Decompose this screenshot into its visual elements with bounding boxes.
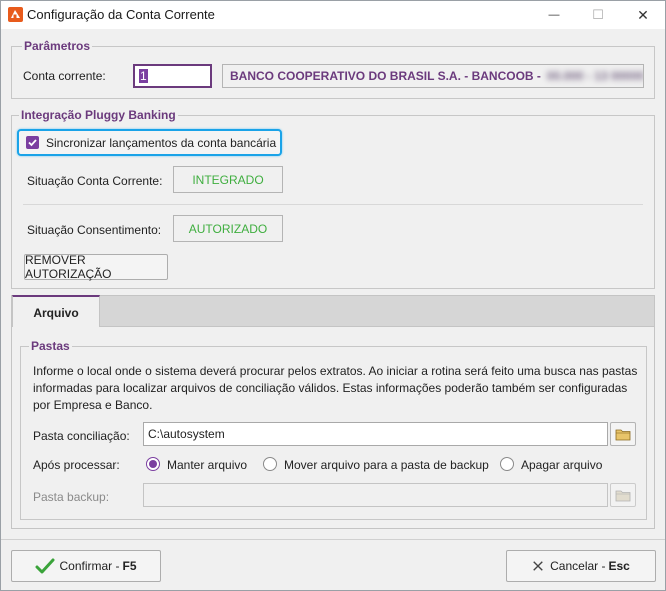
confirm-shortcut: F5: [122, 559, 137, 573]
conta-corrente-label: Conta corrente:: [23, 69, 106, 83]
pasta-conciliacao-input[interactable]: C:\autosystem: [143, 422, 608, 446]
pasta-conciliacao-label: Pasta conciliação:: [33, 429, 130, 443]
mover-arquivo-label[interactable]: Mover arquivo para a pasta de backup: [284, 458, 489, 472]
radio-mover-arquivo[interactable]: [263, 457, 277, 471]
situacao-conta-status: INTEGRADO: [173, 166, 283, 193]
maximize-button[interactable]: ☐: [576, 1, 620, 29]
pastas-description-line2: informadas para localizar arquivos de co…: [33, 381, 628, 395]
check-mark-icon: [35, 558, 55, 574]
app-icon: [8, 7, 23, 22]
parametros-title: Parâmetros: [22, 39, 93, 53]
remover-autorizacao-label: REMOVER AUTORIZAÇÃO: [25, 253, 112, 281]
situacao-consentimento-status: AUTORIZADO: [173, 215, 283, 242]
sync-label[interactable]: Sincronizar lançamentos da conta bancári…: [46, 136, 276, 150]
dialog-window: Configuração da Conta Corrente — ☐ ✕ Par…: [0, 0, 666, 591]
bank-extra: 00.000 - 13 00000: [546, 69, 644, 83]
tab-arquivo-label: Arquivo: [33, 305, 79, 320]
footer-divider: [1, 539, 665, 540]
tab-arquivo[interactable]: Arquivo: [12, 295, 100, 328]
bank-name: BANCO COOPERATIVO DO BRASIL S.A. - BANCO…: [230, 69, 541, 83]
conta-corrente-value: 1: [139, 69, 148, 83]
pluggy-divider: [23, 204, 643, 205]
close-icon: ✕: [637, 6, 649, 23]
folder-icon: [615, 429, 631, 440]
remover-autorizacao-button[interactable]: REMOVER AUTORIZAÇÃO: [24, 253, 168, 281]
check-icon: [28, 139, 37, 147]
pastas-title: Pastas: [29, 339, 72, 353]
pasta-backup-browse-button: [610, 483, 636, 507]
apos-processar-label: Após processar:: [33, 458, 120, 472]
minimize-button[interactable]: —: [532, 1, 576, 29]
situacao-conta-value: INTEGRADO: [192, 172, 264, 187]
close-button[interactable]: ✕: [621, 1, 665, 29]
confirm-label: Confirmar -: [59, 559, 120, 573]
minimize-icon: —: [548, 9, 560, 21]
cancel-button[interactable]: Cancelar - Esc: [506, 550, 656, 582]
situacao-consentimento-value: AUTORIZADO: [188, 221, 268, 236]
folder-icon-disabled: [615, 490, 631, 501]
maximize-icon: ☐: [592, 7, 604, 22]
conta-corrente-input[interactable]: 1: [133, 64, 212, 88]
apagar-arquivo-label[interactable]: Apagar arquivo: [521, 458, 602, 472]
pastas-description-line1: Informe o local onde o sistema deverá pr…: [33, 364, 638, 378]
pasta-conciliacao-browse-button[interactable]: [610, 422, 636, 446]
x-icon: [533, 561, 543, 571]
pasta-backup-input: [143, 483, 608, 507]
manter-arquivo-label[interactable]: Manter arquivo: [167, 458, 247, 472]
pastas-description-line3: por Empresa e Banco.: [33, 398, 153, 412]
confirm-button[interactable]: Confirmar - F5: [11, 550, 161, 582]
cancel-label: Cancelar -: [550, 559, 606, 573]
radio-apagar-arquivo[interactable]: [500, 457, 514, 471]
radio-manter-arquivo[interactable]: [146, 457, 160, 471]
bank-name-field: BANCO COOPERATIVO DO BRASIL S.A. - BANCO…: [222, 64, 644, 88]
cancel-shortcut: Esc: [608, 559, 630, 573]
tab-strip: [11, 295, 655, 327]
sync-checkbox[interactable]: [26, 136, 39, 149]
pluggy-title: Integração Pluggy Banking: [19, 108, 178, 122]
window-title: Configuração da Conta Corrente: [27, 7, 215, 22]
situacao-conta-label: Situação Conta Corrente:: [27, 174, 163, 188]
pasta-conciliacao-value: C:\autosystem: [148, 427, 225, 441]
situacao-consentimento-label: Situação Consentimento:: [27, 223, 162, 237]
pasta-backup-label: Pasta backup:: [33, 490, 110, 504]
title-bar: Configuração da Conta Corrente — ☐ ✕: [1, 1, 665, 29]
